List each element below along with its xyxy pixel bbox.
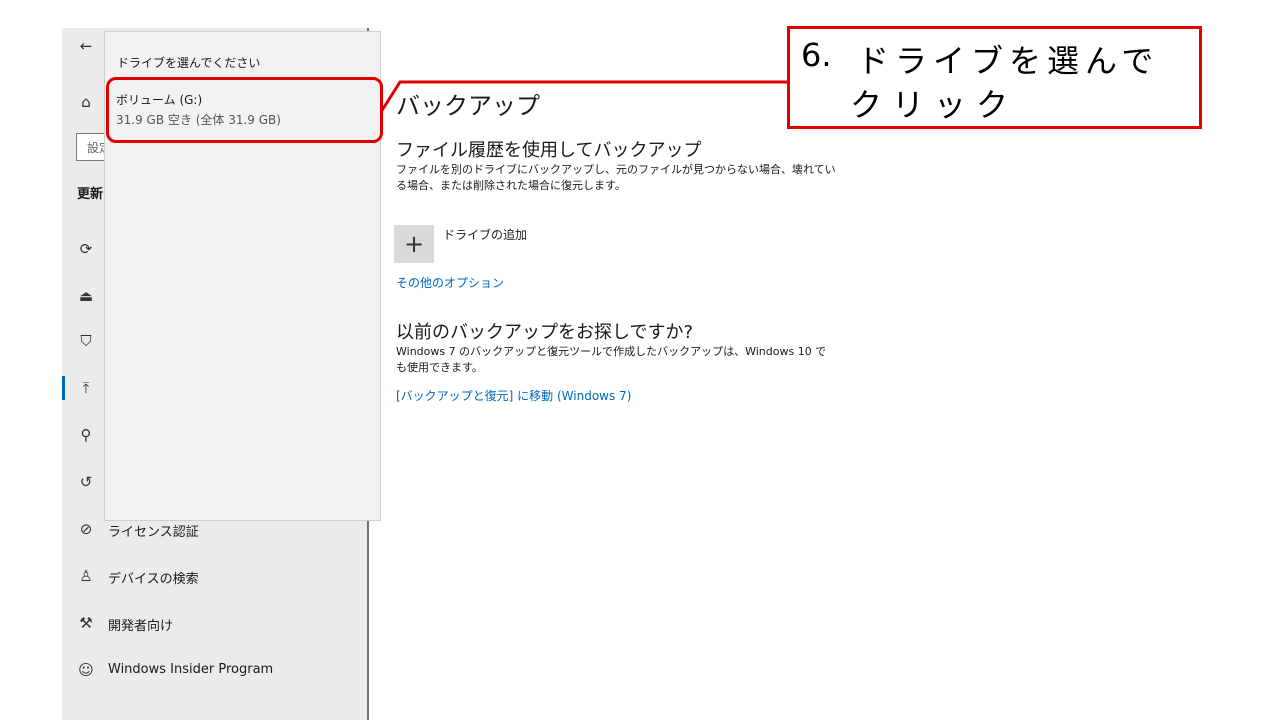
delivery-icon[interactable]: ⏏ [76,286,96,306]
plus-icon: + [403,230,425,258]
insider-cat-icon: ☺ [78,661,94,679]
tools-icon: ⚒ [79,614,93,632]
sync-icon[interactable]: ⟳ [76,239,96,259]
old-backup-heading: 以前のバックアップをお探しですか? [396,322,694,343]
wrench-icon[interactable]: ⚲ [76,425,96,445]
callout-line-2: クリック [850,86,1019,124]
person-pin-icon: ♙ [79,567,93,585]
file-history-heading: ファイル履歴を使用してバックアップ [396,140,702,161]
sidebar-item-find-device[interactable]: デバイスの検索 [108,568,199,587]
back-arrow-icon[interactable]: ← [76,36,96,56]
win7-backup-link[interactable]: [バックアップと復元] に移動 (Windows 7) [396,387,631,404]
check-circle-icon: ⊘ [79,520,93,538]
sidebar-item-developers[interactable]: 開発者向け [108,615,173,634]
add-drive-button[interactable]: + [394,225,434,263]
drive-highlight-box [106,77,383,143]
old-backup-description: Windows 7 のバックアップと復元ツールで作成したバックアップは、Wind… [396,345,827,374]
sidebar-item-insider[interactable]: Windows Insider Program [108,662,273,677]
flyout-title: ドライブを選んでください [117,56,261,70]
home-icon[interactable]: ⌂ [76,92,96,112]
callout-step-number: 6. [801,36,832,74]
file-history-description: ファイルを別のドライブにバックアップし、元のファイルが見つからない場合、壊れてい… [396,163,836,192]
other-options-link[interactable]: その他のオプション [396,274,504,291]
history-icon[interactable]: ↺ [76,472,96,492]
sidebar-item-activation[interactable]: ライセンス認証 [108,521,199,540]
shield-icon[interactable]: ⛉ [76,331,96,351]
selected-indicator [62,376,65,400]
add-drive-label[interactable]: ドライブの追加 [443,226,527,243]
backup-icon[interactable]: ⤒ [76,378,96,398]
page-title: バックアップ [396,92,540,120]
callout-line-1: ドライブを選んで [857,42,1160,80]
section-title: 更新 [77,187,104,202]
